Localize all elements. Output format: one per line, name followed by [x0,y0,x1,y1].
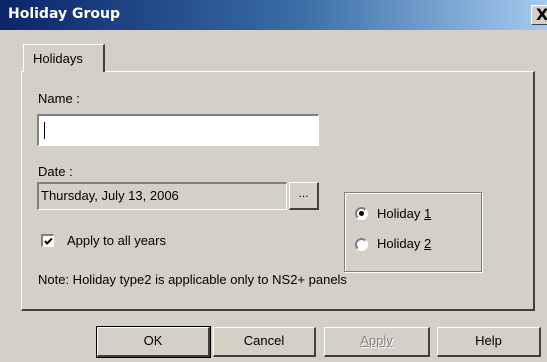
holiday-1-label: Holiday 1 [377,206,432,221]
tab-holidays-label: Holidays [33,51,83,66]
date-picker-button[interactable]: ... [289,182,319,210]
apply-button[interactable]: Apply [324,327,430,357]
date-picker-button-label: ... [298,186,309,200]
name-label: Name : [38,91,80,106]
holiday-2-radio[interactable] [355,238,368,251]
close-button[interactable]: X [531,5,547,25]
date-field[interactable]: Thursday, July 13, 2006 [37,182,287,210]
tab-holidays[interactable]: Holidays [23,44,105,72]
apply-button-label: Apply [360,333,393,348]
holiday-1-radio[interactable] [355,207,368,220]
date-value: Thursday, July 13, 2006 [41,188,179,203]
radio-dot-icon [359,211,364,216]
note-text: Note: Holiday type2 is applicable only t… [38,272,347,287]
check-icon [44,237,53,245]
holiday-type-group [344,192,482,272]
holiday-2-label: Holiday 2 [377,236,432,251]
cancel-button-label: Cancel [243,333,285,348]
name-input[interactable] [37,114,319,146]
text-caret [44,122,45,139]
title-bar: Holiday Group X [0,0,547,30]
close-icon: X [536,5,547,24]
apply-all-years-checkbox[interactable] [41,234,54,247]
window-title: Holiday Group [8,6,120,22]
help-button[interactable]: Help [437,327,541,357]
ok-button-label: OK [143,333,163,348]
date-label: Date : [38,164,73,179]
ok-button[interactable]: OK [96,326,211,358]
cancel-button[interactable]: Cancel [213,327,316,357]
apply-all-years-label: Apply to all years [67,233,166,248]
help-button-label: Help [475,333,502,348]
